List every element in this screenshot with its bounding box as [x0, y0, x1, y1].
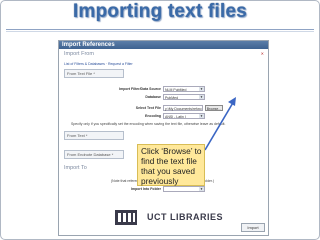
arrow-line — [204, 100, 235, 151]
uct-libraries-logo: UCT LIBRARIES — [113, 207, 233, 229]
logo-text: UCT LIBRARIES — [147, 212, 223, 222]
import-button[interactable]: Import — [241, 223, 265, 232]
library-emblem-icon — [115, 210, 137, 225]
browse-callout: Click ‘Browse’ to find the text file tha… — [137, 144, 205, 186]
callout-arrow — [204, 97, 236, 151]
